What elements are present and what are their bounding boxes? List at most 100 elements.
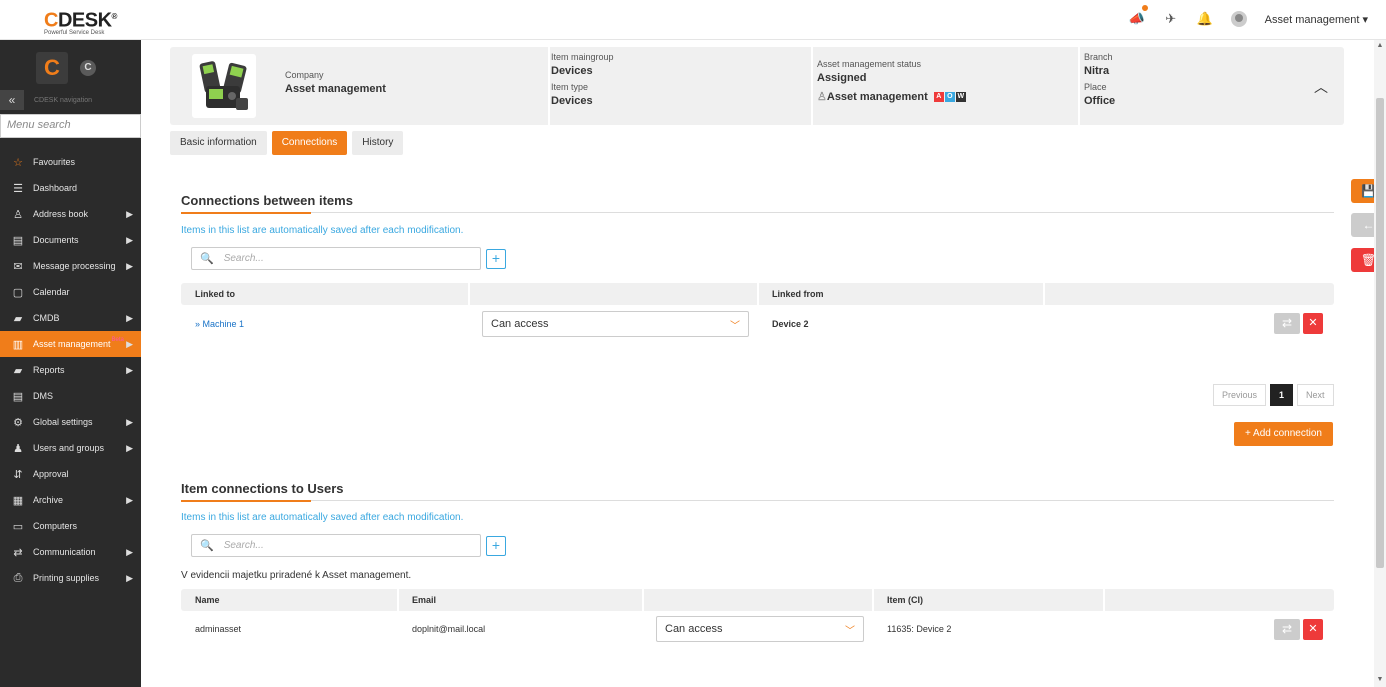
chevron-down-icon: ﹀ bbox=[730, 321, 740, 332]
delete-row-button[interactable]: ✕ bbox=[1303, 313, 1323, 334]
sidebar-item-message-processing[interactable]: ✉ Message processing ▶ bbox=[0, 253, 141, 279]
top-bar: CDESK® Powerful Service Desk 📣 ✈ 🔔 Asset… bbox=[0, 0, 1386, 40]
item-ci-cell: 11635: Device 2 bbox=[887, 624, 952, 634]
collapse-header-icon[interactable]: ︿ bbox=[1314, 77, 1328, 97]
address-book-icon: ♙ bbox=[13, 208, 23, 221]
email-header: Email bbox=[412, 595, 437, 605]
user-connections-title: Item connections to Users bbox=[181, 481, 344, 496]
linked-to-link[interactable]: » Machine 1 bbox=[195, 319, 244, 329]
avatar[interactable] bbox=[1230, 11, 1247, 27]
add-connection-plus-button[interactable]: + bbox=[486, 249, 506, 269]
favourites-icon: ☆ bbox=[13, 156, 23, 169]
bell-icon[interactable]: 🔔 bbox=[1197, 11, 1213, 27]
sidebar-item-label: Dashboard bbox=[33, 183, 78, 193]
owner-badge-a: A bbox=[933, 92, 944, 103]
sidebar-item-label: CMDB bbox=[33, 313, 60, 323]
sidebar-item-dms[interactable]: ▤ DMS bbox=[0, 383, 141, 409]
name-header: Name bbox=[195, 595, 220, 605]
sidebar-item-label: Message processing bbox=[33, 261, 116, 271]
next-page-button[interactable]: Next bbox=[1297, 384, 1334, 406]
tab-history[interactable]: History bbox=[352, 131, 404, 155]
sidebar-item-printing-supplies[interactable]: ⎙ Printing supplies ▶ bbox=[0, 565, 141, 591]
megaphone-icon[interactable]: 📣 bbox=[1129, 5, 1148, 27]
user-access-select[interactable]: Can access ﹀ bbox=[656, 616, 864, 642]
sidebar-item-approval[interactable]: ⇵ Approval bbox=[0, 461, 141, 487]
beta-badge: Beta bbox=[111, 337, 124, 343]
sidebar-item-label: DMS bbox=[33, 391, 53, 401]
sidebar-item-label: Address book bbox=[33, 209, 89, 219]
tab-connections[interactable]: Connections bbox=[271, 131, 348, 155]
tab-basic-information[interactable]: Basic information bbox=[170, 131, 267, 155]
company-label: Company bbox=[285, 70, 324, 80]
status-label: Asset management status bbox=[817, 59, 922, 69]
asset-management-icon: ▥ bbox=[12, 338, 24, 351]
chevron-right-icon: ▶ bbox=[126, 442, 133, 453]
users-and-groups-icon: ♟ bbox=[13, 442, 23, 455]
item-ci-header: Item (CI) bbox=[887, 595, 923, 605]
chevron-right-icon: ▶ bbox=[126, 234, 133, 245]
add-connection-button[interactable]: + Add connection bbox=[1234, 422, 1333, 446]
item-header-card: Company Asset management Item maingroup … bbox=[170, 47, 1344, 125]
sidebar-item-address-book[interactable]: ♙ Address book ▶ bbox=[0, 201, 141, 227]
cdesk-small-logo[interactable]: C bbox=[80, 60, 96, 76]
airplane-icon[interactable]: ✈ bbox=[1163, 11, 1179, 27]
sidebar-item-label: Computers bbox=[33, 521, 78, 531]
scrollbar[interactable]: ▲ ▼ bbox=[1374, 40, 1386, 687]
maingroup-label: Item maingroup bbox=[551, 52, 614, 62]
sidebar-item-global-settings[interactable]: ⚙ Global settings ▶ bbox=[0, 409, 141, 435]
chevron-right-icon: ▶ bbox=[126, 572, 133, 583]
branch-label: Branch bbox=[1084, 52, 1113, 62]
menu-search-input[interactable]: Menu search bbox=[0, 114, 141, 138]
access-select[interactable]: Can access ﹀ bbox=[482, 311, 749, 337]
user-connections-search-input[interactable]: 🔍 Search... bbox=[191, 534, 481, 557]
cdesk-app-logo[interactable]: C bbox=[36, 52, 68, 84]
documents-icon: ▤ bbox=[12, 234, 24, 247]
chevron-right-icon: ▶ bbox=[126, 208, 133, 219]
chevron-right-icon: ▶ bbox=[126, 364, 133, 375]
user-icon: ♙ bbox=[817, 91, 827, 103]
sidebar-item-computers[interactable]: ▭ Computers bbox=[0, 513, 141, 539]
scroll-up-icon[interactable]: ▲ bbox=[1376, 42, 1384, 49]
place-value: Office bbox=[1084, 95, 1116, 107]
sidebar-item-label: Global settings bbox=[33, 417, 93, 427]
item-type-label: Item type bbox=[551, 82, 589, 92]
communication-icon: ⇄ bbox=[13, 546, 23, 559]
delete-row-button[interactable]: ✕ bbox=[1303, 619, 1323, 640]
page-1-button[interactable]: 1 bbox=[1270, 384, 1294, 406]
linked-to-header: Linked to bbox=[195, 289, 235, 299]
maingroup-value: Devices bbox=[551, 65, 593, 77]
computers-icon: ▭ bbox=[12, 520, 24, 533]
connections-search-input[interactable]: 🔍 Search... bbox=[191, 247, 481, 270]
sidebar-item-calendar[interactable]: ▢ Calendar bbox=[0, 279, 141, 305]
scroll-down-icon[interactable]: ▼ bbox=[1376, 676, 1384, 683]
item-type-value: Devices bbox=[551, 95, 593, 107]
sidebar-item-cmdb[interactable]: ▰ CMDB ▶ bbox=[0, 305, 141, 331]
swap-button[interactable]: ⇄ bbox=[1274, 313, 1300, 334]
sidebar-item-users-and-groups[interactable]: ♟ Users and groups ▶ bbox=[0, 435, 141, 461]
sidebar-item-label: Printing supplies bbox=[33, 573, 100, 583]
user-menu[interactable]: Asset management ▾ bbox=[1265, 13, 1368, 26]
chevron-right-icon: ▶ bbox=[126, 416, 133, 427]
add-user-connection-plus-button[interactable]: + bbox=[486, 536, 506, 556]
cdesk-logo[interactable]: CDESK® Powerful Service Desk bbox=[44, 8, 117, 36]
linked-from-value: Device 2 bbox=[772, 319, 809, 329]
sidebar-item-reports[interactable]: ▰ Reports ▶ bbox=[0, 357, 141, 383]
previous-page-button[interactable]: Previous bbox=[1213, 384, 1267, 406]
sidebar-item-archive[interactable]: ▦ Archive ▶ bbox=[0, 487, 141, 513]
sidebar-item-dashboard[interactable]: ☰ Dashboard bbox=[0, 175, 141, 201]
archive-icon: ▦ bbox=[12, 494, 24, 507]
approval-icon: ⇵ bbox=[13, 468, 23, 481]
sidebar: C C « CDESK navigation Menu search ☆ Favo… bbox=[0, 40, 141, 687]
sidebar-item-documents[interactable]: ▤ Documents ▶ bbox=[0, 227, 141, 253]
sidebar-item-label: Archive bbox=[33, 495, 64, 505]
email-cell: doplnit@mail.local bbox=[412, 624, 486, 634]
swap-button[interactable]: ⇄ bbox=[1274, 619, 1300, 640]
sidebar-item-communication[interactable]: ⇄ Communication ▶ bbox=[0, 539, 141, 565]
sidebar-item-favourites[interactable]: ☆ Favourites bbox=[0, 149, 141, 175]
global-settings-icon: ⚙ bbox=[13, 416, 23, 429]
user-connections-info: Items in this list are automatically sav… bbox=[181, 512, 464, 523]
sidebar-item-asset-management[interactable]: ▥ Asset management Beta ▶ bbox=[0, 331, 141, 357]
user-name-cell: adminasset bbox=[195, 624, 242, 634]
collapse-sidebar-button[interactable]: « bbox=[0, 90, 24, 110]
scroll-thumb[interactable] bbox=[1376, 98, 1384, 568]
